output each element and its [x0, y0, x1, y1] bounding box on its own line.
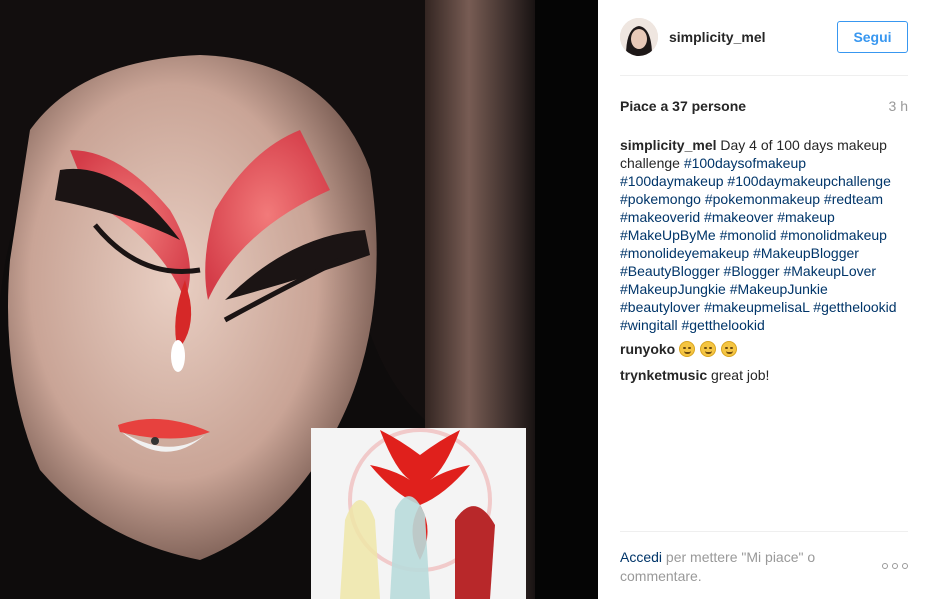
- grinning-face-emoji: [720, 341, 737, 357]
- hashtag-link[interactable]: #MakeupLover: [783, 263, 876, 279]
- hashtag-link[interactable]: #beautylover: [620, 299, 700, 315]
- post-header: simplicity_mel Segui: [620, 0, 908, 76]
- hashtag-link[interactable]: #100daymakeup: [620, 173, 724, 189]
- caption: simplicity_mel Day 4 of 100 days makeup …: [620, 136, 910, 334]
- likes-count[interactable]: Piace a 37 persone: [620, 98, 746, 114]
- hashtag-link[interactable]: #makeupmelisaL: [704, 299, 809, 315]
- avatar-image: [620, 18, 658, 56]
- post-photo[interactable]: [0, 0, 598, 599]
- post-timestamp[interactable]: 3 h: [889, 98, 908, 114]
- hashtag-link[interactable]: #getthelookid: [813, 299, 896, 315]
- hashtag-list: #100daysofmakeup #100daymakeup #100dayma…: [620, 155, 897, 333]
- caption-username[interactable]: simplicity_mel: [620, 137, 717, 153]
- hashtag-link[interactable]: #monolidmakeup: [780, 227, 887, 243]
- more-options-icon[interactable]: [882, 562, 908, 570]
- hashtag-link[interactable]: #MakeUpByMe: [620, 227, 716, 243]
- avatar[interactable]: [620, 18, 658, 56]
- relieved-face-emoji: [679, 341, 696, 357]
- dot-icon: [882, 563, 888, 569]
- hashtag-link[interactable]: #makeover: [704, 209, 773, 225]
- hashtag-link[interactable]: #pokemonmakeup: [705, 191, 820, 207]
- comment-emojis: [679, 341, 738, 357]
- username-link[interactable]: simplicity_mel: [669, 29, 766, 45]
- hashtag-link[interactable]: #100daymakeupchallenge: [727, 173, 890, 189]
- sweat-smile-emoji: [700, 341, 717, 357]
- comment-username[interactable]: trynketmusic: [620, 367, 707, 383]
- hashtag-link[interactable]: #BeautyBlogger: [620, 263, 720, 279]
- hashtag-link[interactable]: #monolid: [720, 227, 777, 243]
- post-details-panel: simplicity_mel Segui Piace a 37 persone …: [598, 0, 932, 599]
- comment-runyoko: runyoko: [620, 340, 910, 358]
- login-link[interactable]: Accedi: [620, 549, 662, 565]
- login-prompt-text: Accedi per mettere "Mi piace" o commenta…: [620, 548, 850, 586]
- hashtag-link[interactable]: #redteam: [824, 191, 883, 207]
- dot-icon: [902, 563, 908, 569]
- hashtag-link[interactable]: #MakeupBlogger: [753, 245, 859, 261]
- follow-button[interactable]: Segui: [837, 21, 908, 53]
- hashtag-link[interactable]: #100daysofmakeup: [684, 155, 806, 171]
- makeup-photo-illustration: [0, 0, 598, 599]
- hashtag-link[interactable]: #makeup: [777, 209, 835, 225]
- hashtag-link[interactable]: #pokemongo: [620, 191, 701, 207]
- hashtag-link[interactable]: #wingitall: [620, 317, 678, 333]
- dot-icon: [892, 563, 898, 569]
- comment-trynketmusic: trynketmusic great job!: [620, 366, 910, 384]
- hashtag-link[interactable]: #Blogger: [724, 263, 780, 279]
- hashtag-link[interactable]: #getthelookid: [681, 317, 764, 333]
- login-prompt: Accedi per mettere "Mi piace" o commenta…: [620, 531, 908, 599]
- hashtag-link[interactable]: #monolideyemakeup: [620, 245, 749, 261]
- comment-username[interactable]: runyoko: [620, 341, 675, 357]
- hashtag-link[interactable]: #makeoverid: [620, 209, 700, 225]
- hashtag-link[interactable]: #MakeupJungkie: [620, 281, 726, 297]
- likes-row: Piace a 37 persone 3 h: [620, 98, 908, 116]
- hashtag-link[interactable]: #MakeupJunkie: [730, 281, 828, 297]
- comment-text: great job!: [711, 367, 770, 383]
